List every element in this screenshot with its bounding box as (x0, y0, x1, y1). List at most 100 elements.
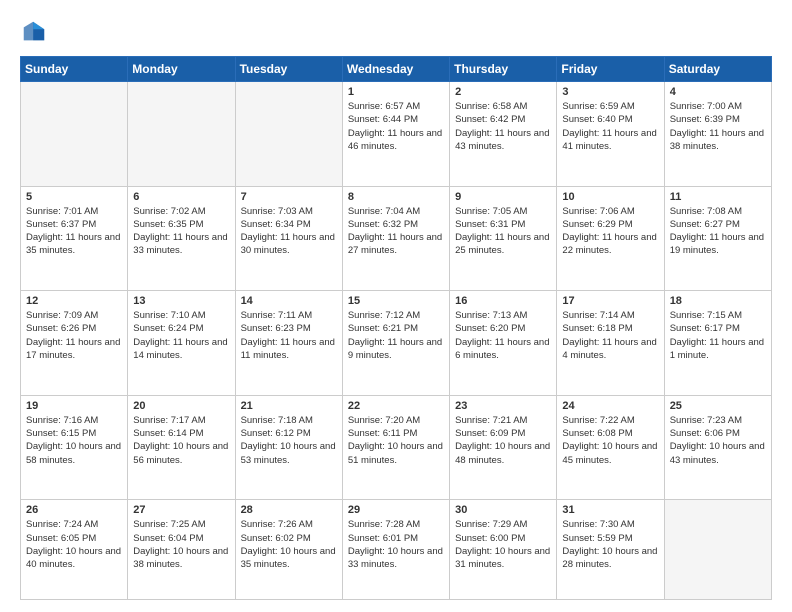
header (20, 18, 772, 46)
day-number: 26 (26, 504, 122, 516)
day-info: Sunrise: 7:13 AMSunset: 6:20 PMDaylight:… (455, 309, 551, 362)
day-cell: 20Sunrise: 7:17 AMSunset: 6:14 PMDayligh… (128, 395, 235, 500)
day-cell: 8 Sunrise: 7:04 AMSunset: 6:32 PMDaylight… (342, 186, 449, 291)
day-info: Sunrise: 7:09 AMSunset: 6:26 PMDaylight:… (26, 309, 122, 362)
day-number: 14 (241, 295, 337, 307)
day-cell: 15Sunrise: 7:12 AMSunset: 6:21 PMDayligh… (342, 291, 449, 396)
day-info: Sunrise: 7:16 AMSunset: 6:15 PMDaylight:… (26, 414, 122, 467)
day-number: 23 (455, 400, 551, 412)
day-cell: 1 Sunrise: 6:57 AMSunset: 6:44 PMDaylight… (342, 82, 449, 187)
day-info: Sunrise: 7:14 AMSunset: 6:18 PMDaylight:… (562, 309, 658, 362)
logo (20, 18, 52, 46)
day-info: Sunrise: 7:24 AMSunset: 6:05 PMDaylight:… (26, 518, 122, 571)
week-row-2: 5 Sunrise: 7:01 AMSunset: 6:37 PMDaylight… (21, 186, 772, 291)
day-cell: 11Sunrise: 7:08 AMSunset: 6:27 PMDayligh… (664, 186, 771, 291)
day-number: 10 (562, 191, 658, 203)
day-cell: 13 Sunrise: 7:10 AMSunset: 6:24 PMDayligh… (128, 291, 235, 396)
day-number: 22 (348, 400, 444, 412)
day-number: 6 (133, 191, 229, 203)
day-info: Sunrise: 7:22 AMSunset: 6:08 PMDaylight:… (562, 414, 658, 467)
logo-icon (20, 18, 48, 46)
day-cell: 31 Sunrise: 7:30 AMSunset: 5:59 PMDayligh… (557, 500, 664, 600)
day-header-sunday: Sunday (21, 57, 128, 82)
day-info: Sunrise: 7:03 AMSunset: 6:34 PMDaylight:… (241, 205, 337, 258)
day-cell: 4 Sunrise: 7:00 AMSunset: 6:39 PMDaylight… (664, 82, 771, 187)
day-header-friday: Friday (557, 57, 664, 82)
day-info: Sunrise: 7:10 AMSunset: 6:24 PMDaylight:… (133, 309, 229, 362)
day-cell: 7 Sunrise: 7:03 AMSunset: 6:34 PMDaylight… (235, 186, 342, 291)
day-info: Sunrise: 7:04 AMSunset: 6:32 PMDaylight:… (348, 205, 444, 258)
day-info: Sunrise: 7:21 AMSunset: 6:09 PMDaylight:… (455, 414, 551, 467)
day-header-wednesday: Wednesday (342, 57, 449, 82)
day-number: 5 (26, 191, 122, 203)
day-cell: 12 Sunrise: 7:09 AMSunset: 6:26 PMDayligh… (21, 291, 128, 396)
day-number: 11 (670, 191, 766, 203)
day-cell: 3 Sunrise: 6:59 AMSunset: 6:40 PMDaylight… (557, 82, 664, 187)
day-cell: 23 Sunrise: 7:21 AMSunset: 6:09 PMDayligh… (450, 395, 557, 500)
day-info: Sunrise: 7:20 AMSunset: 6:11 PMDaylight:… (348, 414, 444, 467)
day-number: 8 (348, 191, 444, 203)
day-header-tuesday: Tuesday (235, 57, 342, 82)
day-info: Sunrise: 7:12 AMSunset: 6:21 PMDaylight:… (348, 309, 444, 362)
day-cell: 6 Sunrise: 7:02 AMSunset: 6:35 PMDaylight… (128, 186, 235, 291)
day-info: Sunrise: 7:02 AMSunset: 6:35 PMDaylight:… (133, 205, 229, 258)
day-cell: 2Sunrise: 6:58 AMSunset: 6:42 PMDaylight… (450, 82, 557, 187)
day-number: 4 (670, 86, 766, 98)
day-cell: 29 Sunrise: 7:28 AMSunset: 6:01 PMDayligh… (342, 500, 449, 600)
day-cell: 5 Sunrise: 7:01 AMSunset: 6:37 PMDaylight… (21, 186, 128, 291)
day-cell: 27 Sunrise: 7:25 AMSunset: 6:04 PMDayligh… (128, 500, 235, 600)
day-info: Sunrise: 7:28 AMSunset: 6:01 PMDaylight:… (348, 518, 444, 571)
day-info: Sunrise: 7:23 AMSunset: 6:06 PMDaylight:… (670, 414, 766, 467)
day-number: 29 (348, 504, 444, 516)
day-cell: 18Sunrise: 7:15 AMSunset: 6:17 PMDayligh… (664, 291, 771, 396)
day-cell: 30 Sunrise: 7:29 AMSunset: 6:00 PMDayligh… (450, 500, 557, 600)
day-number: 31 (562, 504, 658, 516)
day-info: Sunrise: 7:18 AMSunset: 6:12 PMDaylight:… (241, 414, 337, 467)
day-info: Sunrise: 7:11 AMSunset: 6:23 PMDaylight:… (241, 309, 337, 362)
day-number: 12 (26, 295, 122, 307)
day-info: Sunrise: 7:30 AMSunset: 5:59 PMDaylight:… (562, 518, 658, 571)
calendar: SundayMondayTuesdayWednesdayThursdayFrid… (20, 56, 772, 600)
day-info: Sunrise: 7:29 AMSunset: 6:00 PMDaylight:… (455, 518, 551, 571)
day-cell: 26 Sunrise: 7:24 AMSunset: 6:05 PMDayligh… (21, 500, 128, 600)
day-cell: 19 Sunrise: 7:16 AMSunset: 6:15 PMDayligh… (21, 395, 128, 500)
day-number: 19 (26, 400, 122, 412)
day-cell (235, 82, 342, 187)
day-cell: 25 Sunrise: 7:23 AMSunset: 6:06 PMDayligh… (664, 395, 771, 500)
day-info: Sunrise: 7:01 AMSunset: 6:37 PMDaylight:… (26, 205, 122, 258)
day-info: Sunrise: 7:05 AMSunset: 6:31 PMDaylight:… (455, 205, 551, 258)
day-info: Sunrise: 7:26 AMSunset: 6:02 PMDaylight:… (241, 518, 337, 571)
day-number: 3 (562, 86, 658, 98)
day-cell (128, 82, 235, 187)
day-number: 25 (670, 400, 766, 412)
day-number: 28 (241, 504, 337, 516)
day-number: 13 (133, 295, 229, 307)
week-row-1: 1 Sunrise: 6:57 AMSunset: 6:44 PMDaylight… (21, 82, 772, 187)
day-info: Sunrise: 7:17 AMSunset: 6:14 PMDaylight:… (133, 414, 229, 467)
day-cell: 10Sunrise: 7:06 AMSunset: 6:29 PMDayligh… (557, 186, 664, 291)
day-number: 1 (348, 86, 444, 98)
day-info: Sunrise: 6:57 AMSunset: 6:44 PMDaylight:… (348, 100, 444, 153)
day-cell: 17Sunrise: 7:14 AMSunset: 6:18 PMDayligh… (557, 291, 664, 396)
day-number: 27 (133, 504, 229, 516)
day-number: 24 (562, 400, 658, 412)
page: SundayMondayTuesdayWednesdayThursdayFrid… (0, 0, 792, 612)
day-cell: 22 Sunrise: 7:20 AMSunset: 6:11 PMDayligh… (342, 395, 449, 500)
day-cell (21, 82, 128, 187)
day-cell (664, 500, 771, 600)
day-number: 7 (241, 191, 337, 203)
week-row-5: 26 Sunrise: 7:24 AMSunset: 6:05 PMDayligh… (21, 500, 772, 600)
day-number: 9 (455, 191, 551, 203)
day-info: Sunrise: 7:15 AMSunset: 6:17 PMDaylight:… (670, 309, 766, 362)
header-row: SundayMondayTuesdayWednesdayThursdayFrid… (21, 57, 772, 82)
day-cell: 14 Sunrise: 7:11 AMSunset: 6:23 PMDayligh… (235, 291, 342, 396)
day-info: Sunrise: 7:25 AMSunset: 6:04 PMDaylight:… (133, 518, 229, 571)
day-cell: 9 Sunrise: 7:05 AMSunset: 6:31 PMDaylight… (450, 186, 557, 291)
day-header-monday: Monday (128, 57, 235, 82)
day-header-thursday: Thursday (450, 57, 557, 82)
day-info: Sunrise: 7:00 AMSunset: 6:39 PMDaylight:… (670, 100, 766, 153)
day-info: Sunrise: 6:59 AMSunset: 6:40 PMDaylight:… (562, 100, 658, 153)
day-number: 2 (455, 86, 551, 98)
day-cell: 21Sunrise: 7:18 AMSunset: 6:12 PMDayligh… (235, 395, 342, 500)
day-number: 30 (455, 504, 551, 516)
